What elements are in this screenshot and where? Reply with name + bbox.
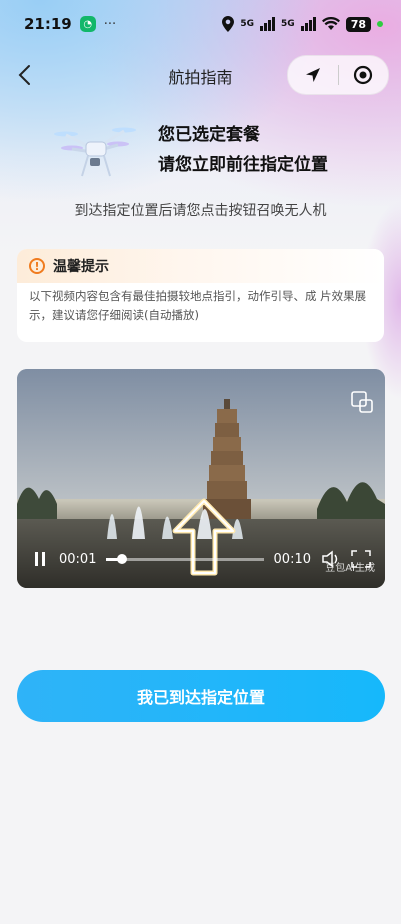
current-time: 00:01	[59, 551, 97, 567]
location-pin-icon	[222, 16, 235, 32]
hero-title: 您已选定套餐	[158, 125, 260, 145]
privacy-dot	[377, 21, 383, 27]
ai-watermark: 豆包AI生成	[325, 563, 375, 574]
signal-2-icon	[300, 17, 316, 31]
mini-program-capsule	[287, 55, 389, 95]
notice-body: 以下视频内容包含有最佳拍摄较地点指引，动作引导、成 片效果展示，建议请您仔细阅读…	[29, 289, 367, 322]
wifi-icon	[321, 17, 340, 30]
target-circle-icon	[354, 65, 373, 85]
navigation-arrow-icon	[305, 68, 320, 82]
hero-subtitle: 请您立即前往指定位置	[158, 155, 328, 175]
signal-1-label: 5G	[240, 19, 255, 29]
location-share-button[interactable]	[288, 56, 338, 94]
notice-header: ! 温馨提示	[17, 249, 384, 283]
arrived-confirm-button[interactable]: 我已到达指定位置	[17, 670, 385, 722]
instruction-text: 到达指定位置后请您点击按钮召唤无人机	[74, 203, 327, 219]
close-miniprogram-button[interactable]	[338, 56, 388, 94]
chat-app-icon: ◔	[79, 16, 96, 32]
guide-video-player[interactable]: 00:01 00:10 豆包AI生成	[17, 369, 385, 588]
picture-in-picture-icon[interactable]	[351, 391, 373, 413]
signal-2-label: 5G	[281, 19, 295, 29]
status-bar: 21:19 ◔ ··· 5G 5G 78	[0, 0, 401, 48]
progress-knob[interactable]	[117, 553, 128, 564]
pause-button[interactable]	[31, 550, 49, 568]
hero-section: 您已选定套餐 请您立即前往指定位置	[0, 110, 401, 190]
signal-1-icon	[260, 17, 276, 31]
duration: 00:10	[273, 551, 311, 567]
warning-icon: !	[29, 258, 45, 274]
notice-title: 温馨提示	[53, 259, 109, 275]
notice-card: ! 温馨提示 以下视频内容包含有最佳拍摄较地点指引，动作引导、成 片效果展示，建…	[17, 249, 384, 342]
progress-slider[interactable]	[106, 553, 264, 564]
nav-bar: 航拍指南	[0, 52, 401, 98]
battery-indicator: 78	[345, 16, 371, 32]
drone-icon	[54, 127, 136, 177]
more-dots-icon: ···	[103, 16, 117, 32]
status-time: 21:19	[24, 15, 72, 33]
